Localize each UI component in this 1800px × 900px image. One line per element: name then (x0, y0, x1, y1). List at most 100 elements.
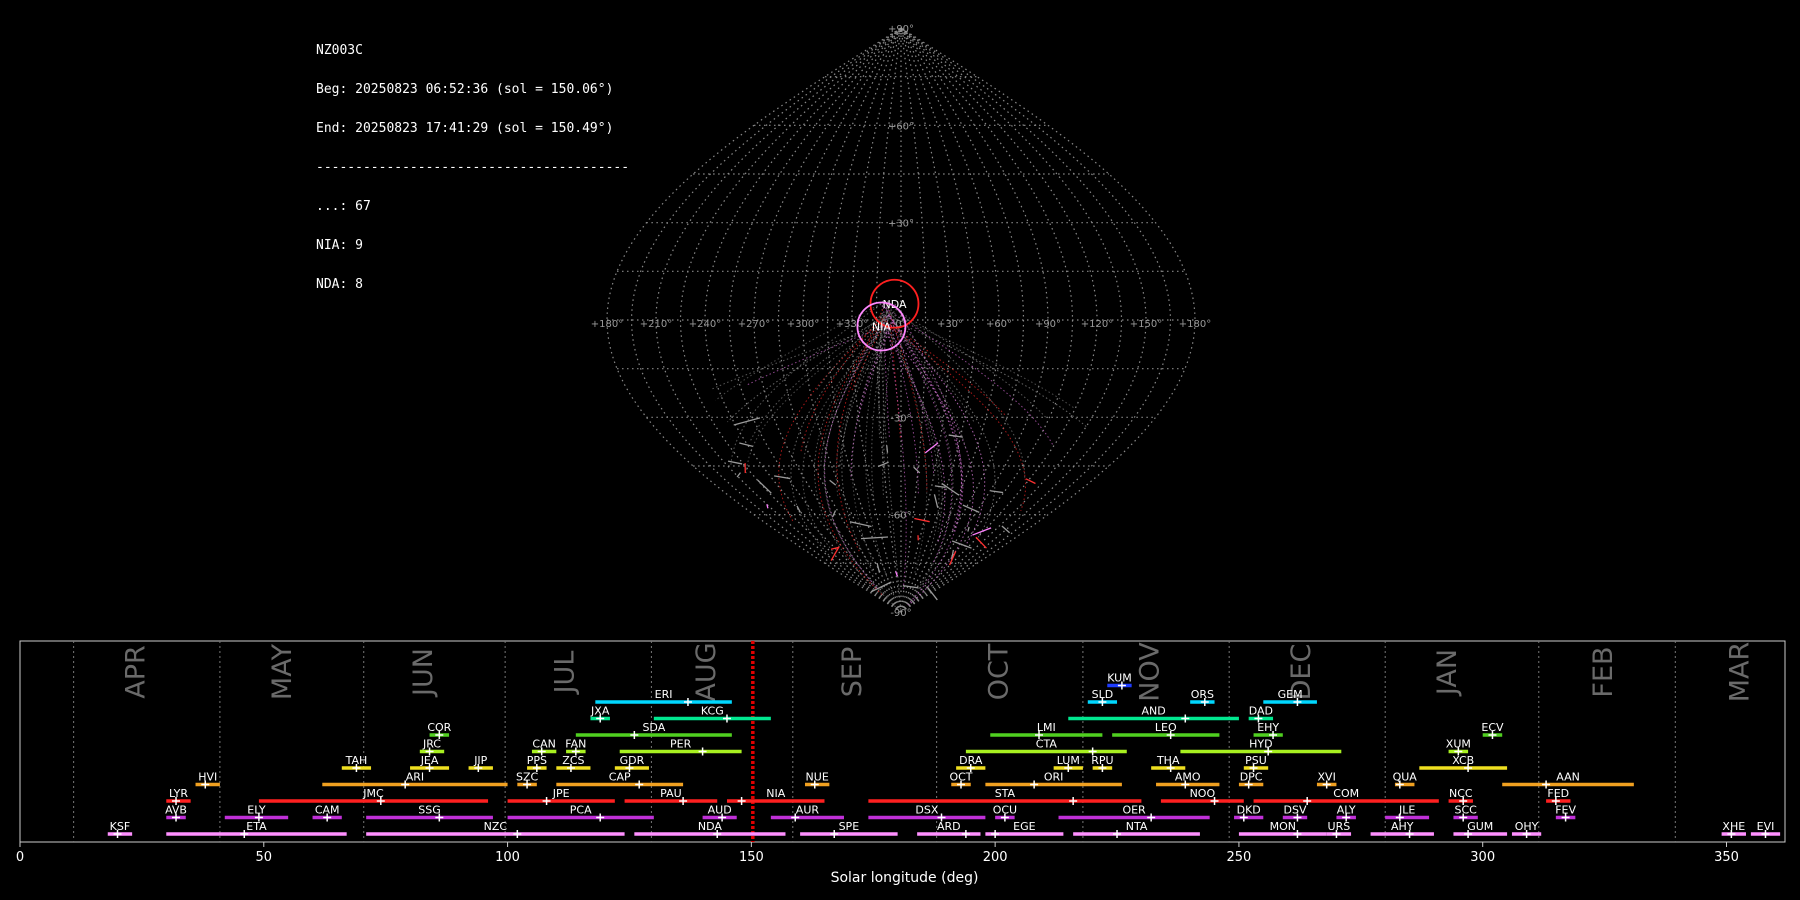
shower-label: OER (1122, 804, 1146, 817)
month-label-jun: JUN (408, 648, 439, 698)
shower-label: OCU (993, 804, 1017, 817)
shower-label: SZC (516, 771, 539, 784)
shower-label: COR (427, 721, 451, 734)
shower-label: OHY (1515, 820, 1539, 833)
shower-lum: LUM (1053, 754, 1083, 772)
shower-label: NDA (698, 820, 723, 833)
shower-label: ARI (406, 771, 424, 784)
shower-label: HVI (198, 771, 217, 784)
shower-label: DRA (959, 754, 983, 767)
shower-label: DSX (915, 804, 938, 817)
shower-ncc: NCC (1448, 787, 1473, 805)
month-label-oct: OCT (984, 643, 1015, 700)
shower-xhe: XHE (1721, 820, 1746, 838)
shower-label: JMC (362, 787, 384, 800)
x-axis-label: Solar longitude (deg) (831, 870, 979, 886)
shower-label: AMO (1175, 771, 1201, 784)
shower-label: STA (995, 787, 1016, 800)
month-label-feb: FEB (1588, 646, 1619, 697)
shower-tah: TAH (341, 754, 372, 772)
shower-hvi: HVI (195, 771, 220, 789)
x-tick-label: 50 (256, 850, 273, 865)
shower-dpc: DPC (1238, 771, 1264, 789)
shower-rpu: RPU (1091, 754, 1114, 772)
shower-can: CAN (531, 738, 557, 756)
shower-label: PSU (1245, 754, 1267, 767)
shower-label: KSF (110, 820, 131, 833)
shower-label: DAD (1249, 705, 1273, 718)
shower-label: SDA (642, 721, 665, 734)
shower-aly: ALY (1336, 804, 1356, 822)
shower-nue: NUE (804, 771, 830, 789)
shower-label: NIA (766, 787, 785, 800)
shower-xvi: XVI (1316, 771, 1337, 789)
shower-label: ZCS (562, 754, 584, 767)
shower-label: LMI (1037, 721, 1056, 734)
shower-label: GDR (620, 754, 645, 767)
shower-label: ARD (937, 820, 961, 833)
shower-label: ALY (1337, 804, 1356, 817)
shower-label: SSG (418, 804, 441, 817)
shower-label: HYD (1249, 738, 1272, 751)
shower-label: CTA (1036, 738, 1058, 751)
shower-psu: PSU (1243, 754, 1269, 772)
shower-timeline-chart: APR MAY JUN JUL AUG SEP OCT NOV DEC JAN FEB MARKUME… (16, 640, 1786, 886)
shower-jxa: JXA (590, 705, 610, 723)
shower-label: LUM (1057, 754, 1080, 767)
shower-label: SCC (1454, 804, 1477, 817)
shower-label: JEA (420, 754, 439, 767)
shower-label: FEV (1555, 804, 1576, 817)
shower-label: CAM (315, 804, 340, 817)
shower-label: MON (1270, 820, 1296, 833)
shower-label: NUE (806, 771, 829, 784)
shower-label: COM (1333, 787, 1359, 800)
x-tick-label: 0 (16, 850, 24, 865)
shower-label: DKD (1237, 804, 1261, 817)
shower-label: CAP (609, 771, 631, 784)
shower-label: LEO (1155, 721, 1177, 734)
x-tick-label: 250 (1227, 850, 1252, 865)
month-label-mar: MAR (1725, 642, 1756, 703)
shower-label: JPE (552, 787, 570, 800)
shower-label: PAU (660, 787, 682, 800)
shower-ecv: ECV (1481, 721, 1504, 739)
shower-label: PCA (570, 804, 592, 817)
shower-ksf: KSF (107, 820, 133, 838)
x-tick-label: 300 (1470, 850, 1495, 865)
shower-label: JXA (590, 705, 610, 718)
shower-gdr: GDR (614, 754, 649, 772)
shower-cam: CAM (312, 804, 342, 822)
shower-label: NOO (1190, 787, 1216, 800)
month-label-aug: AUG (691, 642, 722, 701)
month-label-may: MAY (267, 643, 298, 700)
shower-label: OCT (949, 771, 972, 784)
shower-label: PPS (527, 754, 547, 767)
shower-dkd: DKD (1234, 804, 1264, 822)
month-label-jul: JUL (550, 651, 581, 696)
shower-label: URS (1328, 820, 1351, 833)
shower-ehy: EHY (1253, 721, 1283, 739)
shower-jrc: JRC (419, 738, 445, 756)
shower-label: JRC (422, 738, 441, 751)
shower-pps: PPS (527, 754, 547, 772)
shower-ocu: OCU (993, 804, 1017, 822)
shower-label: AAN (1556, 771, 1580, 784)
shower-label: AND (1141, 705, 1165, 718)
shower-label: JLE (1398, 804, 1415, 817)
shower-lyr: LYR (166, 787, 191, 805)
shower-label: GEM (1278, 688, 1303, 701)
shower-cor: COR (427, 721, 452, 739)
shower-label: TAH (345, 754, 368, 767)
shower-label: EHY (1257, 721, 1279, 734)
shower-label: FAN (565, 738, 586, 751)
shower-dra: DRA (956, 754, 986, 772)
shower-label: AHY (1391, 820, 1414, 833)
shower-label: KCG (701, 705, 724, 718)
shower-avb: AVB (165, 804, 187, 822)
shower-fev: FEV (1555, 804, 1576, 822)
shower-oct: OCT (949, 771, 973, 789)
shower-label: QUA (1393, 771, 1418, 784)
x-tick-label: 200 (983, 850, 1008, 865)
x-tick-label: 100 (495, 850, 520, 865)
shower-label: DSV (1284, 804, 1307, 817)
